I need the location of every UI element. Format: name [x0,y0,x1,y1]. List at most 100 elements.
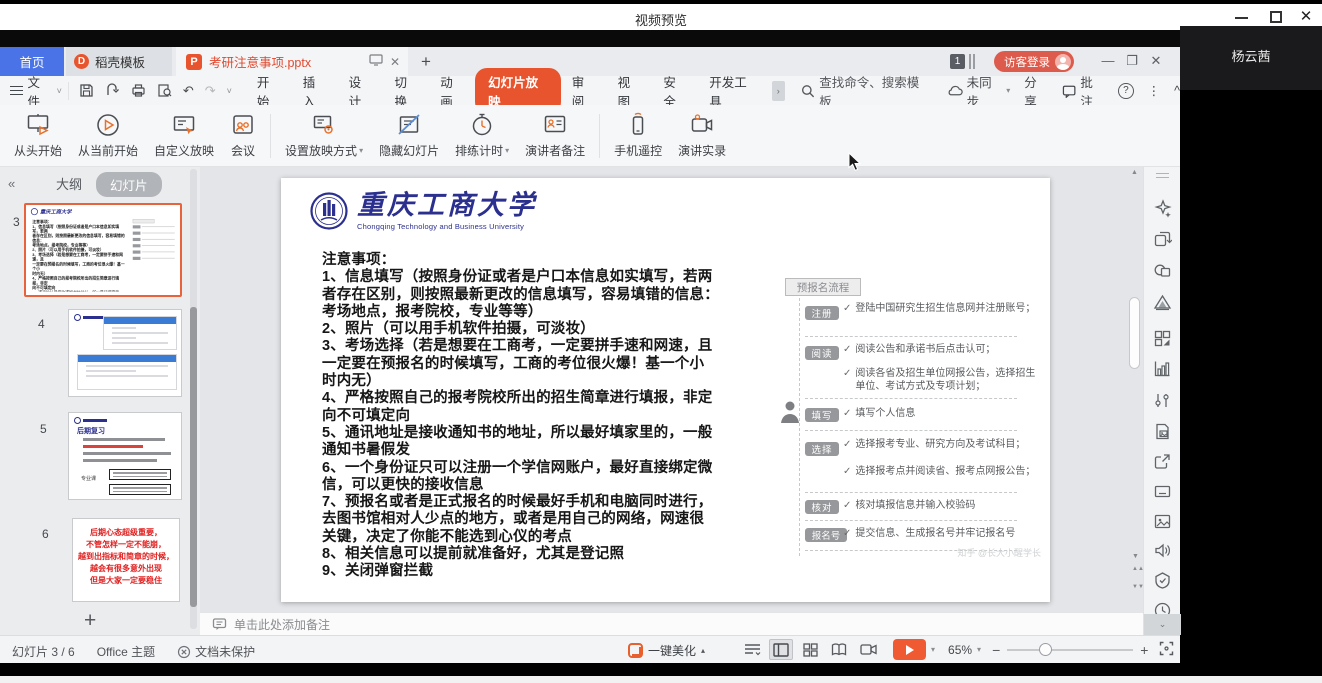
ribbon-speaker-notes[interactable]: 演讲者备注 [517,108,593,163]
wps-minimize-icon[interactable]: — [1098,53,1118,68]
image-document-icon[interactable] [1153,422,1172,441]
zoom-options-icon[interactable]: ▾ [977,645,981,654]
comment-button[interactable]: 批注 [1062,72,1104,110]
strip-drag-handle[interactable] [1156,173,1169,178]
textbox-icon[interactable] [1153,482,1172,501]
protection-status[interactable]: 文档未保护 [177,643,255,660]
guest-login-button[interactable]: 访客登录 [994,51,1074,72]
redo-icon[interactable]: ↷ [205,83,216,99]
export-share-icon[interactable] [1153,452,1172,471]
command-search[interactable]: 查找命令、搜索模板 [801,72,929,110]
view-normal-button[interactable] [769,639,793,660]
zoom-out-button[interactable]: − [992,642,1000,658]
wps-restore-icon[interactable]: ❐ [1122,53,1142,69]
canvas-scrollbar[interactable]: ▲ ▼ ▲▲ ▼▼ [1128,167,1144,612]
theme-name[interactable]: Office 主题 [97,643,155,660]
customize-toolbar-icon[interactable]: ˅ [227,86,232,96]
strip-collapse-button[interactable]: ⌄ [1144,614,1181,635]
slide-counter: 幻灯片 3 / 6 [12,645,75,659]
sound-icon[interactable] [1153,541,1172,560]
ribbon-label: 手机遥控 [614,144,663,158]
combine-shapes-icon[interactable] [1153,261,1172,280]
switch-shapes-icon[interactable] [1153,229,1172,248]
window-stack-badge[interactable]: 1 [950,54,965,69]
file-menu[interactable]: 文件 ˅ [0,72,68,110]
fit-to-window-icon[interactable] [1159,641,1174,659]
pre-registration-flowchart: 预报名流程 注册 ✓ 登陆中国研究生招生信息网并注册账号； 阅读 ✓ 阅读公告和… [781,278,1043,578]
ribbon-setup-show[interactable]: 设置放映方式 ▾ [277,108,371,163]
slide-thumbnail-4[interactable] [68,309,182,397]
undo-icon[interactable]: ↶ [183,83,194,99]
notes-bar[interactable]: 单击此处添加备注 [200,612,1143,635]
slide-number: 3 [13,215,20,229]
wps-close-icon[interactable]: ✕ [1146,53,1166,69]
share-button[interactable]: 分享 [1024,72,1048,110]
help-icon[interactable]: ? [1118,82,1134,99]
save-icon[interactable] [79,83,94,98]
beautify-star-icon[interactable] [1153,199,1172,218]
ribbon-record-show[interactable]: 演讲实录 [670,108,734,163]
ribbon-phone-remote[interactable]: 手机遥控 [606,108,670,163]
canvas-scrollbar-thumb[interactable] [1129,297,1140,369]
slide-thumbnail-6[interactable]: 后期心态超级重要， 不管怎样一定不能崩， 越到出指标和简章的时候， 越会有很多意… [72,518,180,602]
outer-maximize-icon[interactable] [1270,11,1282,23]
play-slideshow-button[interactable] [893,639,926,660]
ribbon-hide-slide[interactable]: 隐藏幻灯片 [371,108,447,163]
ribbon-meeting[interactable]: 会议 [222,108,264,163]
flow-vertical-line [799,298,800,556]
add-slide-button[interactable]: + [84,609,96,633]
collapse-ribbon-icon[interactable]: ^ [1174,84,1180,98]
ribbon-label: 自定义放映 [154,144,215,158]
panel-scrollbar-thumb[interactable] [190,307,197,607]
ribbon-from-current[interactable]: 从当前开始 [70,108,146,163]
seal-badge-icon[interactable] [1153,571,1172,590]
play-options-icon[interactable]: ▾ [931,645,935,654]
zoom-slider-track[interactable] [1007,642,1134,656]
output-icon[interactable] [105,83,120,98]
flow-item: ✓ 核对填报信息并输入校验码 [843,500,1041,513]
tab-docer[interactable]: D 稻壳模板 [66,47,172,76]
print-preview-icon[interactable] [157,83,172,98]
tab-close-icon[interactable]: ✕ [390,55,400,69]
flow-separator [805,430,1017,431]
ribbon-custom-show[interactable]: 自定义放映 [146,108,222,163]
notes-toggle-button[interactable] [740,639,764,660]
record-view-button[interactable] [856,639,880,660]
gradient-triangle-icon[interactable] [1153,293,1172,312]
sync-status[interactable]: 未同步 ▾ [947,72,1010,110]
ribbon-from-beginning[interactable]: 从头开始 [6,108,70,163]
zoom-in-button[interactable]: + [1140,642,1148,658]
flow-step-label: 填写 [805,408,839,422]
zoom-level[interactable]: 65% [948,643,972,657]
slide-thumbnail-5[interactable]: 后期复习 专业课 [68,412,182,500]
view-sorter-button[interactable] [798,639,822,660]
zoom-slider-knob[interactable] [1039,642,1053,656]
tab-outline[interactable]: 大纲 [56,174,82,193]
thumb4-browser-window [77,354,177,390]
collapse-panel-icon[interactable]: « [8,176,15,191]
tab-slides[interactable]: 幻灯片 [96,172,162,197]
more-options-icon[interactable]: ⋮ [1148,83,1161,98]
ribbon-label: 从当前开始 [78,144,139,158]
picture-icon[interactable] [1153,512,1172,531]
chart-icon[interactable] [1153,359,1172,378]
menu-bar: 文件 ˅ ↶ ↷ ˅ 开始 插入 设计 切换 动画 幻灯片放映 审阅 视图 安全… [0,67,1180,114]
outer-close-icon[interactable]: ✕ [1296,7,1316,25]
adjust-sliders-icon[interactable] [1153,391,1172,410]
hide-slide-icon [398,114,420,135]
beautify-button[interactable]: 一键美化 ▴ [628,642,705,659]
outer-minimize-icon[interactable] [1235,17,1248,19]
layout-grid-icon[interactable] [1153,329,1172,348]
scroll-down-icon[interactable]: ▼ [1132,553,1139,560]
participant-tile[interactable]: 杨云茜 [1180,26,1322,90]
view-reading-button[interactable] [827,639,851,660]
watermark-text: 知乎 @长大小醒学长 [957,548,1041,558]
scroll-up-icon[interactable]: ▲ [1131,169,1138,176]
print-icon[interactable] [131,83,146,98]
slide-thumbnail-3-selected[interactable]: 重庆工商大学 注意事项： 1、信息填写（按照身份证或者是户口本信息如实填写，若两… [24,203,182,297]
menu-overflow-button[interactable]: › [771,80,785,101]
ribbon-rehearse-timing[interactable]: 排练计时 ▾ [447,108,517,163]
slide-canvas[interactable]: 重庆工商大学 Chongqing Technology and Business… [200,167,1144,635]
current-slide[interactable]: 重庆工商大学 Chongqing Technology and Business… [281,178,1050,602]
ribbon-label: 隐藏幻灯片 [379,144,440,158]
